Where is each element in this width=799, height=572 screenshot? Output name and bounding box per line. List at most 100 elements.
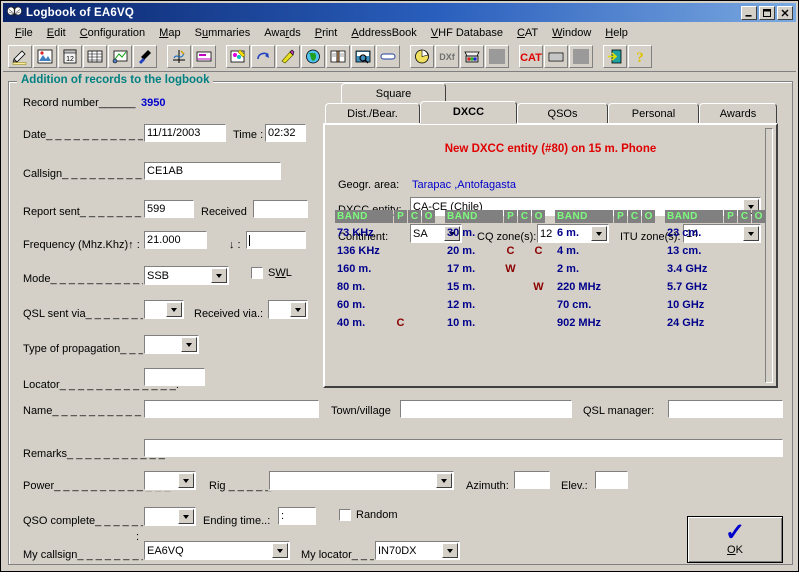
clock-pie-icon[interactable] (410, 45, 434, 68)
palette-icon[interactable] (226, 45, 250, 68)
frequency-down-input[interactable] (245, 230, 307, 250)
book-icon[interactable] (326, 45, 350, 68)
axes-icon[interactable] (167, 45, 191, 68)
mode-combo[interactable]: SSB (143, 265, 230, 286)
band-name-cell: 80 m. (337, 280, 366, 293)
propagation-combo[interactable] (143, 334, 200, 355)
menu-summaries[interactable]: Summaries (188, 25, 258, 41)
record-number-label: Record number______ (23, 97, 136, 109)
cat-icon[interactable]: CAT (519, 45, 543, 68)
received-input[interactable] (252, 199, 309, 219)
band-header-p-cell: P (614, 210, 627, 223)
exit-door-icon[interactable] (603, 45, 627, 68)
tab-qsos[interactable]: QSOs (517, 103, 608, 124)
tab-awards[interactable]: Awards (699, 103, 777, 124)
tab-square[interactable]: Square (341, 83, 446, 103)
frequency-up-input[interactable]: 21.000 (143, 230, 208, 250)
name-input[interactable] (143, 399, 320, 419)
menu-map[interactable]: Map (152, 25, 187, 41)
menu-awards[interactable]: Awards (257, 25, 308, 41)
menu-configuration[interactable]: Configuration (73, 25, 152, 41)
received-via-combo[interactable] (267, 299, 309, 320)
band-row: 2 m. (555, 260, 655, 277)
callsign-input[interactable]: CE1AB (143, 161, 282, 181)
minimize-button[interactable] (741, 5, 757, 20)
my-locator-combo[interactable]: IN70DX (374, 540, 461, 561)
band-row: 160 m. (335, 260, 435, 277)
ending-time-label: Ending time..: (203, 515, 271, 527)
rig-combo[interactable] (268, 470, 455, 491)
globe-icon[interactable] (301, 45, 325, 68)
printer-color-icon[interactable] (460, 45, 484, 68)
qsl-manager-input[interactable] (667, 399, 784, 419)
chevron-down-icon[interactable] (290, 302, 306, 317)
report-sent-input[interactable]: 599 (143, 199, 195, 219)
menu-help[interactable]: Help (598, 25, 635, 41)
chart-icon[interactable] (108, 45, 132, 68)
calendar-icon[interactable]: 12 (58, 45, 82, 68)
table-grid-icon[interactable] (83, 45, 107, 68)
my-callsign-combo[interactable]: EA6VQ (143, 540, 291, 561)
dxcc-panel-scrollbar[interactable] (765, 128, 773, 383)
chevron-down-icon[interactable] (181, 337, 197, 352)
band-column-header: BAND P C O (445, 210, 545, 223)
band-header-cell: BAND (555, 210, 613, 223)
menu-print[interactable]: Print (308, 25, 345, 41)
locator-input[interactable] (143, 367, 206, 387)
pencil-icon[interactable] (276, 45, 300, 68)
menu-edit[interactable]: Edit (40, 25, 73, 41)
tab-dist-bear[interactable]: Dist./Bear. (325, 103, 420, 124)
time-input[interactable]: 02:32 (264, 123, 307, 143)
qso-complete-combo[interactable] (143, 506, 197, 527)
band-row: 4 m. (555, 242, 655, 259)
chevron-down-icon[interactable] (178, 473, 194, 488)
band-name-cell: 12 m. (447, 298, 476, 311)
swl-checkbox-box[interactable] (250, 266, 264, 280)
menu-addressbook[interactable]: AddressBook (344, 25, 423, 41)
menu-file[interactable]: File (8, 25, 40, 41)
qsl-sent-via-combo[interactable] (143, 299, 185, 320)
band-o-cell: C (534, 244, 543, 257)
band-header-o-cell: O (642, 210, 655, 223)
search-box-icon[interactable] (351, 45, 375, 68)
menu-cat[interactable]: CAT (510, 25, 545, 41)
chevron-down-icon[interactable] (272, 543, 288, 558)
help-question-icon[interactable]: ? (628, 45, 652, 68)
random-checkbox[interactable]: Random (338, 508, 398, 522)
window-title: Logbook of EA6VQ (26, 6, 134, 19)
chevron-down-icon[interactable] (178, 509, 194, 524)
chevron-down-icon[interactable] (166, 302, 182, 317)
date-input[interactable]: 11/11/2003 (143, 123, 227, 143)
tab-dxcc[interactable]: DXCC (420, 101, 517, 124)
flag-icon[interactable] (133, 45, 157, 68)
chevron-down-icon[interactable] (211, 268, 227, 283)
band-row: 136 KHz (335, 242, 435, 259)
chevron-down-icon[interactable] (442, 543, 458, 558)
dxf-icon[interactable]: DXf (435, 45, 459, 68)
azimuth-label: Azimuth: (466, 480, 509, 492)
close-button[interactable] (777, 5, 793, 20)
random-checkbox-box[interactable] (338, 508, 352, 522)
azimuth-input[interactable] (513, 470, 551, 490)
maximize-button[interactable] (759, 5, 775, 20)
ok-button[interactable]: ✓ OK (687, 516, 783, 563)
my-callsign-value: EA6VQ (147, 544, 184, 557)
town-village-input[interactable] (399, 399, 573, 419)
redo-arrow-icon[interactable] (251, 45, 275, 68)
ending-time-input[interactable]: : (277, 506, 317, 526)
tab-personal[interactable]: Personal (608, 103, 699, 124)
menu-window[interactable]: Window (545, 25, 598, 41)
chevron-down-icon[interactable] (436, 473, 452, 488)
swl-checkbox[interactable]: SWL (250, 266, 292, 280)
keyboard-icon[interactable] (544, 45, 568, 68)
power-combo[interactable] (143, 470, 197, 491)
label-icon[interactable] (192, 45, 216, 68)
pill-icon[interactable] (376, 45, 400, 68)
remarks-input[interactable] (143, 438, 784, 458)
new-record-icon[interactable] (8, 45, 32, 68)
menu-vhf-database[interactable]: VHF Database (424, 25, 510, 41)
open-logbook-icon[interactable] (33, 45, 57, 68)
town-village-label: Town/village (331, 405, 391, 417)
elev-input[interactable] (594, 470, 629, 490)
band-column: BAND P C O 6 m. 4 m. 2 m. 220 MHz 70 cm. 902 MHz (555, 210, 655, 331)
